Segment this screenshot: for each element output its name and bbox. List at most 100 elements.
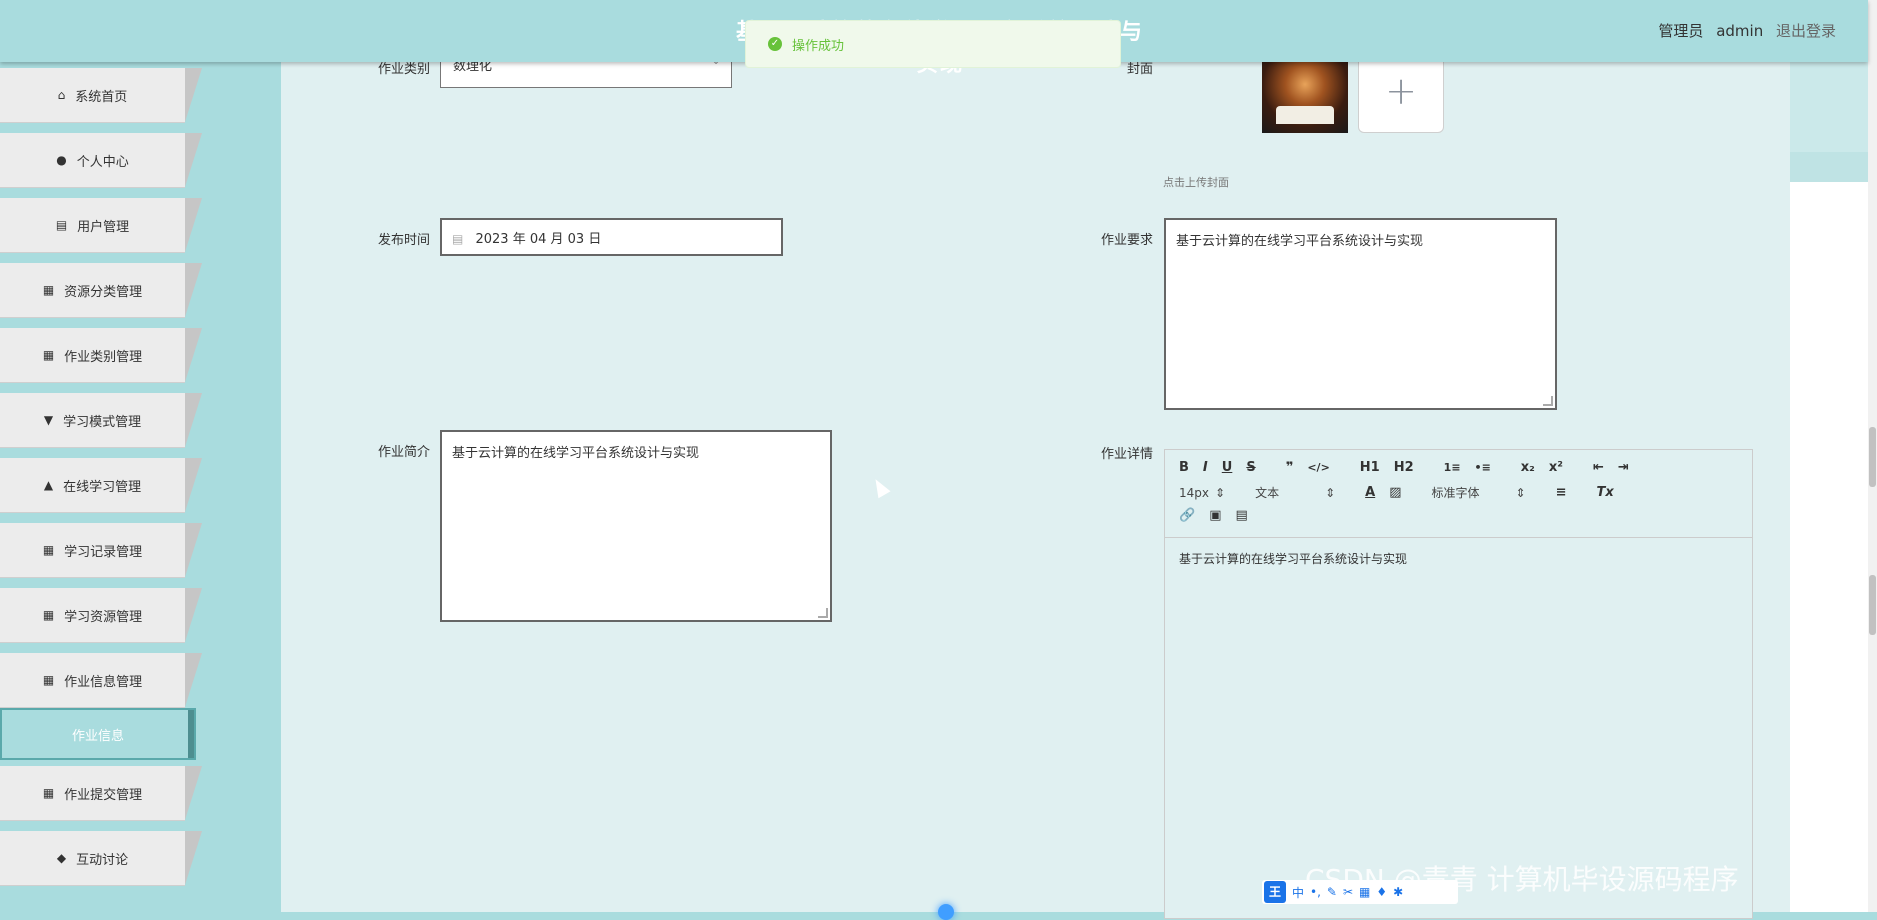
background-color-icon[interactable]: ▨: [1389, 485, 1401, 500]
h1-button[interactable]: H1: [1360, 460, 1380, 475]
detail-label: 作业详情: [1100, 447, 1153, 462]
sidebar-item-label: 互动讨论: [76, 852, 129, 868]
chart-icon: ▤: [55, 218, 68, 232]
bold-button[interactable]: B: [1179, 460, 1189, 475]
requirement-textarea[interactable]: 基于云计算的在线学习平台系统设计与实现: [1164, 218, 1557, 410]
scissors-icon[interactable]: ✂: [1343, 885, 1353, 899]
user-role: 管理员: [1658, 22, 1704, 40]
user-area: 管理员 admin 退出登录: [1650, 20, 1836, 41]
sidebar-item-online-study[interactable]: ▲ 在线学习管理: [0, 458, 202, 513]
editor-content[interactable]: 基于云计算的在线学习平台系统设计与实现: [1165, 538, 1752, 579]
code-button[interactable]: </>: [1307, 461, 1329, 474]
resize-grip-icon[interactable]: [1543, 396, 1553, 406]
sidebar-item-label: 用户管理: [77, 219, 130, 235]
sidebar-item-homework-info[interactable]: ▦ 作业信息管理: [0, 653, 202, 708]
sidebar-item-study-record[interactable]: ▦ 学习记录管理: [0, 523, 202, 578]
publish-date-input[interactable]: ▤ 2023 年 04 月 03 日: [440, 218, 783, 256]
sidebar-subitem-label: 作业信息: [71, 728, 124, 744]
editor-toolbar: B I U S ❞ </> H1 H2 1≡ •≡ x₂ x² ⇤ ⇥ 14px…: [1165, 450, 1752, 538]
grid-icon: ▦: [42, 283, 55, 297]
blockquote-button[interactable]: ❞: [1286, 460, 1294, 475]
ordered-list-button[interactable]: 1≡: [1444, 461, 1461, 474]
intro-textarea[interactable]: 基于云计算的在线学习平台系统设计与实现: [440, 430, 832, 622]
sidebar-item-study-resource[interactable]: ▦ 学习资源管理: [0, 588, 202, 643]
chevron-updown-icon: ⇕: [1515, 485, 1526, 500]
sidebar-item-label: 作业信息管理: [64, 674, 143, 690]
brush-icon: ▼: [43, 413, 54, 427]
chevron-updown-icon: ⇕: [1215, 485, 1226, 500]
person-icon: ▲: [43, 478, 54, 492]
sidebar-item-resource-category[interactable]: ▦ 资源分类管理: [0, 263, 202, 318]
sidebar-item-label: 学习资源管理: [64, 609, 143, 625]
toolbar-row-format: B I U S ❞ </> H1 H2 1≡ •≡ x₂ x² ⇤ ⇥: [1179, 460, 1643, 475]
link-icon[interactable]: 🔗: [1179, 508, 1195, 523]
intro-text: 基于云计算的在线学习平台系统设计与实现: [452, 446, 700, 461]
sidebar-item-label: 作业类别管理: [64, 349, 143, 365]
ime-mode[interactable]: 中: [1292, 884, 1304, 901]
sidebar-item-label: 学习模式管理: [63, 414, 142, 430]
intro-label: 作业简介: [377, 445, 430, 460]
resize-grip-icon[interactable]: [818, 608, 828, 618]
sidebar-item-homework-category[interactable]: ▦ 作业类别管理: [0, 328, 202, 383]
strike-button[interactable]: S: [1246, 460, 1255, 475]
upload-cover-button[interactable]: +: [1358, 52, 1444, 133]
toolbar-row-insert: 🔗 ▣ ▤: [1179, 508, 1262, 523]
chevron-updown-icon: ⇕: [1325, 485, 1336, 500]
sidebar-item-study-mode[interactable]: ▼ 学习模式管理: [0, 393, 202, 448]
align-icon[interactable]: ≡: [1556, 485, 1567, 500]
shirt-icon[interactable]: ♦: [1376, 885, 1387, 899]
video-icon[interactable]: ▤: [1235, 508, 1247, 523]
username: admin: [1716, 22, 1764, 40]
image-icon[interactable]: ▣: [1209, 508, 1221, 523]
indent-button[interactable]: ⇥: [1618, 460, 1629, 475]
superscript-button[interactable]: x²: [1549, 460, 1563, 475]
italic-button[interactable]: I: [1203, 460, 1208, 475]
sidebar-item-label: 个人中心: [76, 154, 129, 170]
scrollbar-thumb[interactable]: [1869, 427, 1876, 487]
cover-hint: 点击上传封面: [1163, 176, 1229, 189]
sidebar-item-profile[interactable]: ● 个人中心: [0, 133, 202, 188]
user-icon: ●: [56, 153, 67, 167]
sidebar-item-users[interactable]: ▤ 用户管理: [0, 198, 202, 253]
clear-format-button[interactable]: Tx: [1596, 485, 1613, 500]
sidebar-subitem-homework-info[interactable]: 作业信息: [0, 708, 196, 760]
subscript-button[interactable]: x₂: [1521, 460, 1535, 475]
font-family-select[interactable]: 标准字体: [1432, 484, 1480, 501]
decorative-block: [1790, 182, 1868, 912]
publish-date-value: 2023 年 04 月 03 日: [475, 232, 602, 247]
pen-icon[interactable]: ✎: [1327, 885, 1337, 899]
sidebar-item-label: 学习记录管理: [64, 544, 143, 560]
sidebar-item-discussion[interactable]: ◆ 互动讨论: [0, 831, 202, 886]
grid-icon: ▦: [42, 608, 55, 622]
ime-toolbar[interactable]: 王 中 •, ✎ ✂ ▦ ♦ ✱: [1262, 880, 1458, 904]
requirement-text: 基于云计算的在线学习平台系统设计与实现: [1176, 234, 1424, 249]
grid-icon: ▦: [42, 673, 55, 687]
h2-button[interactable]: H2: [1394, 460, 1414, 475]
punctuation-icon[interactable]: •,: [1310, 885, 1321, 899]
keyboard-icon[interactable]: ▦: [1359, 885, 1370, 899]
sidebar-item-home[interactable]: ⌂ 系统首页: [0, 68, 202, 123]
ticket-icon: ◆: [56, 851, 67, 865]
success-toast: ✓ 操作成功: [745, 20, 1121, 68]
sidebar-item-homework-submit[interactable]: ▦ 作业提交管理: [0, 766, 202, 821]
success-check-icon: ✓: [768, 37, 782, 51]
page-scrollbar[interactable]: [1868, 0, 1877, 912]
toolbar-row-style: 14px ⇕ 文本 ⇕ A ▨ 标准字体 ⇕ ≡ Tx: [1179, 484, 1628, 501]
cover-image[interactable]: [1262, 52, 1348, 133]
decorative-block: [1790, 62, 1868, 152]
scrollbar-thumb-secondary[interactable]: [1869, 575, 1876, 635]
font-size-select[interactable]: 14px: [1179, 486, 1209, 500]
requirement-label: 作业要求: [1100, 233, 1153, 248]
underline-button[interactable]: U: [1222, 460, 1233, 475]
font-color-icon[interactable]: A: [1365, 485, 1375, 500]
settings-gear-icon[interactable]: ✱: [1393, 885, 1403, 899]
sidebar-item-label: 在线学习管理: [63, 479, 142, 495]
outdent-button[interactable]: ⇤: [1593, 460, 1604, 475]
publish-time-label: 发布时间: [377, 233, 430, 248]
grid-icon: ▦: [42, 543, 55, 557]
toast-message: 操作成功: [792, 38, 845, 54]
paragraph-select[interactable]: 文本: [1255, 484, 1279, 501]
logout-link[interactable]: 退出登录: [1776, 22, 1836, 40]
bullet-list-button[interactable]: •≡: [1475, 461, 1491, 474]
rich-text-editor[interactable]: B I U S ❞ </> H1 H2 1≡ •≡ x₂ x² ⇤ ⇥ 14px…: [1164, 449, 1753, 919]
